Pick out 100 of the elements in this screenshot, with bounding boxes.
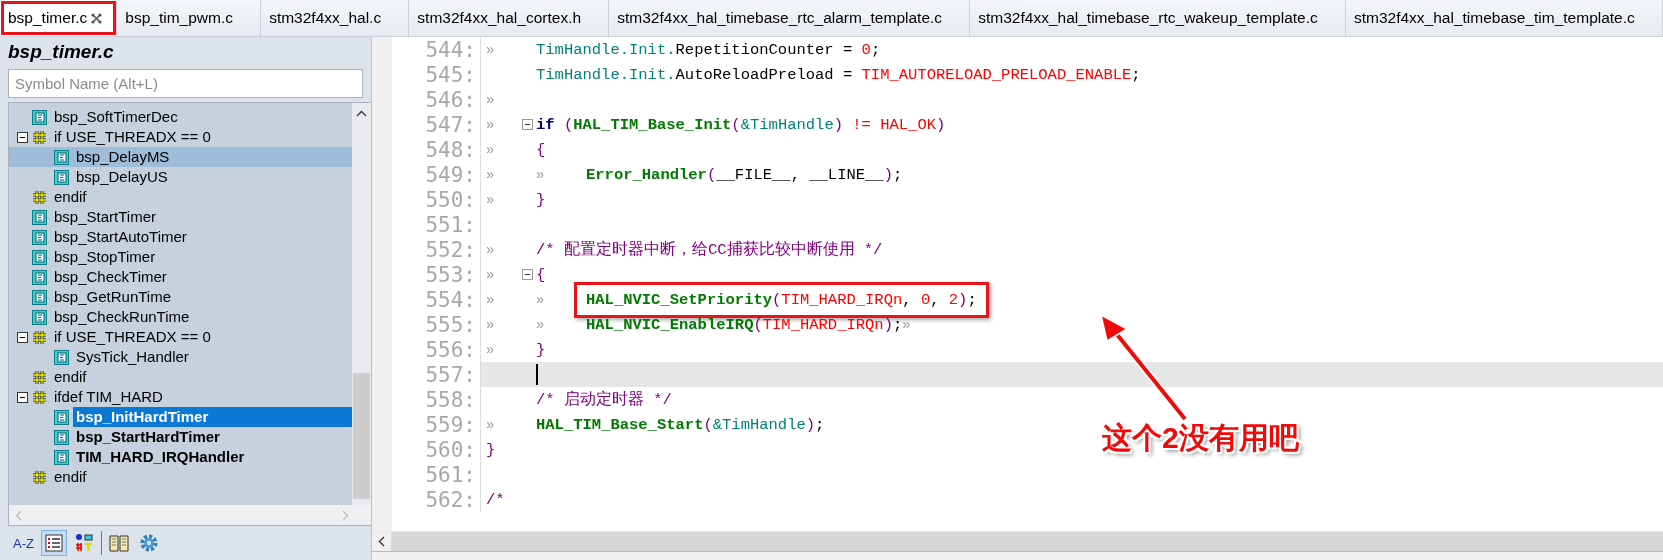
function-icon [54,449,69,465]
file-tab[interactable]: bsp_tim_pwm.c [117,0,262,36]
tree-item-row[interactable]: if USE_THREADX == 0 [9,327,352,347]
tab-marker: » [536,316,546,333]
symbol-name: bsp_SoftTimerDec [53,107,179,127]
tab-marker: » [486,41,496,58]
tree-item-row[interactable]: bsp_StartAutoTimer [9,227,352,247]
tab-marker: » [486,141,496,158]
tree-item-row[interactable]: bsp_InitHardTimer [9,407,352,427]
fold-toggle[interactable] [522,119,533,130]
file-tab[interactable]: bsp_timer.c [0,0,118,36]
text-cursor [536,364,538,385]
tree-item-row[interactable]: ifdef TIM_HARD [9,387,352,407]
close-icon[interactable] [91,12,103,24]
line-number: 553: [424,262,477,287]
line-number: 546: [424,87,477,112]
tab-marker: » [486,341,496,358]
code-text: /* [486,490,505,509]
symbol-name: bsp_StopTimer [53,247,157,267]
function-icon [54,169,69,185]
code-text: } [536,340,546,359]
symbol-name: bsp_StartHardTimer [75,427,221,447]
symbol-name: bsp_InitHardTimer [73,407,352,427]
function-icon [32,229,47,245]
line-number: 557: [424,362,477,387]
tree-item-row[interactable]: SysTick_Handler [9,347,352,367]
symbol-name: endif [53,467,88,487]
tree-item-row[interactable]: endif [9,367,352,387]
file-tab[interactable]: stm32f4xx_hal_timebase_tim_template.c [1345,0,1663,36]
vertical-scrollbar[interactable] [352,103,371,505]
function-icon [32,289,47,305]
tree-item-row[interactable]: bsp_DelayUS [9,167,352,187]
symbol-name: bsp_DelayUS [75,167,169,187]
tree-item-row[interactable]: bsp_SoftTimerDec [9,107,352,127]
tree-item-row[interactable]: bsp_CheckTimer [9,267,352,287]
scroll-up-icon[interactable] [356,109,367,117]
list-view-button[interactable] [40,530,67,556]
collapse-toggle[interactable] [17,391,28,403]
symbol-name: bsp_CheckRunTime [53,307,191,327]
symbol-name: bsp_CheckTimer [53,267,168,287]
line-number: 544: [424,37,477,62]
code-text: { [536,265,546,284]
collapse-toggle[interactable] [17,331,28,343]
callout-text: 这个2没有用吧 [1102,420,1299,456]
code-text: HAL_NVIC_SetPriority(TIM_HARD_IRQn, 0, 2); [586,290,977,309]
code-text: /* 配置定时器中断，给CC捕获比较中断使用 */ [536,241,883,259]
code-text: Error_Handler(__FILE__, __LINE__); [586,165,903,184]
file-tab[interactable]: stm32f4xx_hal_timebase_rtc_alarm_template.c [609,0,971,36]
symbol-name: TIM_HARD_IRQHandler [75,447,246,467]
tree-item-row[interactable]: bsp_CheckRunTime [9,307,352,327]
line-number: 551: [424,212,477,237]
tree-item-row[interactable]: bsp_StopTimer [9,247,352,267]
tree-item-row[interactable]: if USE_THREADX == 0 [9,127,352,147]
scroll-left-icon[interactable] [378,536,385,547]
symbol-name: endif [53,367,88,387]
symbol-name: bsp_DelayMS [75,147,171,167]
line-number: 549: [424,162,477,187]
horizontal-scrollbar[interactable] [372,531,1663,551]
line-number: 561: [424,462,477,487]
code-text: } [486,440,496,459]
hash-icon [32,129,47,145]
tab-marker: » [486,291,496,308]
tree-item-row[interactable]: bsp_StartHardTimer [9,427,352,447]
line-number: 562: [424,487,477,512]
file-tab[interactable]: stm32f4xx_hal_cortex.h [409,0,610,36]
hash-icon [32,189,47,205]
code-text: { [536,140,546,159]
function-icon [32,269,47,285]
tree-item-row[interactable]: bsp_DelayMS [9,147,352,167]
symbol-name: bsp_GetRunTime [53,287,172,307]
function-icon [54,149,69,165]
tree-item-row[interactable]: TIM_HARD_IRQHandler [9,447,352,467]
symbol-name: endif [53,187,88,207]
tab-marker: » [486,416,496,433]
hash-icon [32,329,47,345]
tab-marker: » [486,316,496,333]
function-icon [32,109,47,125]
code-text: } [536,190,546,209]
sort-button[interactable]: A-Z [10,530,37,556]
file-tab[interactable]: stm32f4xx_hal.c [261,0,410,36]
line-number: 559: [424,412,477,437]
symbol-name: bsp_StartAutoTimer [53,227,188,247]
function-icon [32,249,47,265]
line-number: 556: [424,337,477,362]
function-icon [54,429,69,445]
line-number: 550: [424,187,477,212]
function-icon [54,349,69,365]
search-field[interactable]: Symbol Name (Alt+L) [8,69,363,98]
tree-item-row[interactable]: endif [9,467,352,487]
fold-toggle[interactable] [522,269,533,280]
tree-item-row[interactable]: endif [9,187,352,207]
line-number: 555: [424,312,477,337]
function-icon [54,409,69,425]
tab-marker: » [486,191,496,208]
file-tab[interactable]: stm32f4xx_hal_timebase_rtc_wakeup_template.c [970,0,1346,36]
hash-icon [32,389,47,405]
collapse-toggle[interactable] [17,131,28,143]
tree-item-row[interactable]: bsp_StartTimer [9,207,352,227]
line-number: 548: [424,137,477,162]
tree-item-row[interactable]: bsp_GetRunTime [9,287,352,307]
